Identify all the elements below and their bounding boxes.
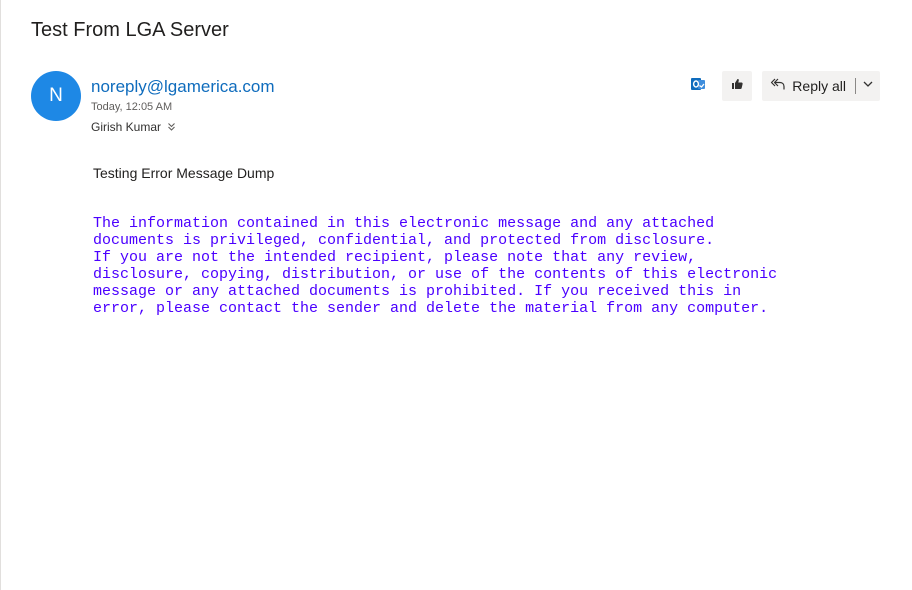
chevron-down-icon [862,77,874,95]
reply-all-split-button: Reply all [762,71,880,101]
recipients-toggle[interactable]: Girish Kumar [91,119,176,135]
split-divider [855,78,856,94]
like-button[interactable] [722,71,753,101]
reply-all-icon [770,76,786,97]
outlook-app-icon [690,76,706,97]
reply-all-label: Reply all [792,78,846,94]
confidentiality-disclaimer: The information contained in this electr… [93,215,777,317]
disclaimer-line: documents is privileged, confidential, a… [93,232,715,249]
sender-address[interactable]: noreply@lgamerica.com [91,76,275,98]
disclaimer-line: If you are not the intended recipient, p… [93,249,697,266]
message-toolbar: Reply all [683,71,880,101]
disclaimer-line: The information contained in this electr… [93,215,715,232]
recipient-name: Girish Kumar [91,120,162,134]
thumbs-up-icon [730,77,744,96]
disclaimer-line: disclosure, copying, distribution, or us… [93,266,778,283]
reading-pane-border [0,0,1,590]
message-subject: Test From LGA Server [31,19,229,41]
double-chevron-down-icon [167,122,176,132]
message-timestamp: Today, 12:05 AM [91,101,173,113]
disclaimer-line: error, please contact the sender and del… [93,300,769,317]
reply-all-button[interactable]: Reply all [770,76,846,97]
message-body-text: Testing Error Message Dump [93,165,275,181]
sender-avatar[interactable]: N [31,71,81,121]
reply-options-dropdown[interactable] [862,77,874,95]
open-in-outlook-button[interactable] [683,71,713,101]
disclaimer-line: message or any attached documents is pro… [93,283,742,300]
